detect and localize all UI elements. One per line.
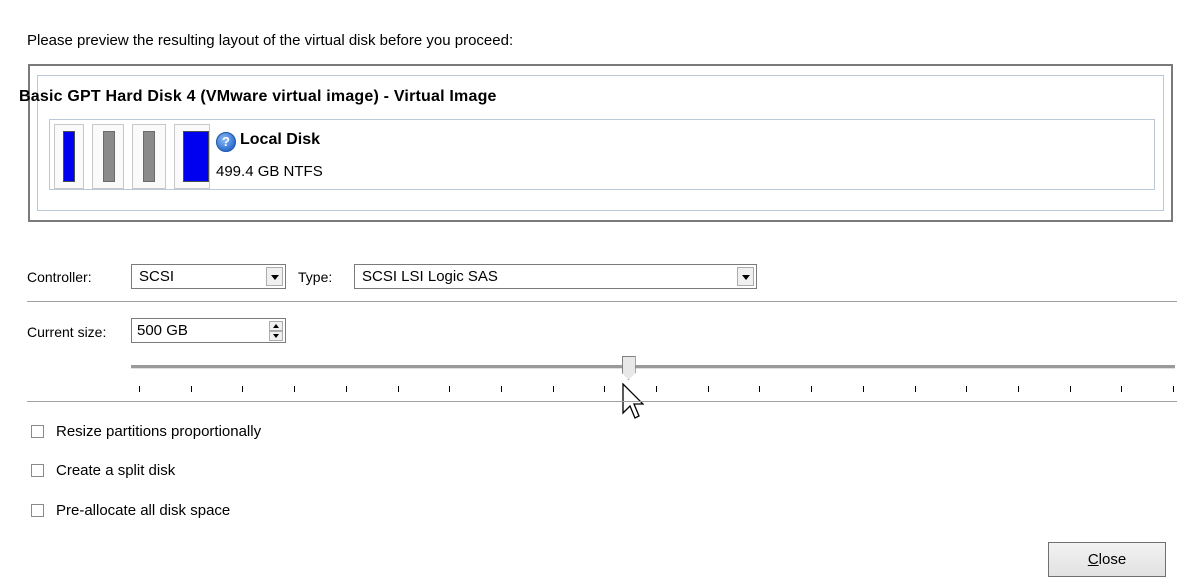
partition-detail: 499.4 GB NTFS (216, 163, 323, 180)
close-button[interactable]: Close (1048, 542, 1166, 577)
divider (27, 301, 1177, 302)
partition-bar (183, 131, 209, 182)
partition-block-4[interactable] (174, 124, 210, 189)
slider-tick (397, 386, 399, 392)
mouse-cursor-icon (622, 383, 644, 419)
size-spinbox[interactable]: 500 GB (131, 318, 286, 343)
slider-tick (914, 386, 916, 392)
controller-select[interactable]: SCSI (131, 264, 286, 289)
type-label: Type: (298, 269, 333, 285)
slider-tick (345, 386, 347, 392)
controller-value: SCSI (139, 268, 175, 285)
slider-tick (190, 386, 192, 392)
close-label-rest: lose (1098, 551, 1127, 568)
slider-tick (1069, 386, 1071, 392)
option-label: Pre-allocate all disk space (56, 502, 231, 519)
checkbox-box[interactable] (31, 464, 44, 477)
chevron-down-icon[interactable] (737, 267, 754, 286)
help-icon[interactable]: ? (216, 132, 236, 152)
slider-tick (707, 386, 709, 392)
partition-label: Local Disk (240, 131, 321, 148)
slider-tick (1173, 386, 1174, 392)
type-value: SCSI LSI Logic SAS (362, 268, 498, 285)
slider-tick (500, 386, 502, 392)
partition-block-3[interactable] (132, 124, 166, 189)
slider-tick (294, 386, 296, 392)
size-slider-track[interactable] (131, 365, 1175, 369)
controller-label: Controller: (27, 269, 92, 285)
slider-tick (656, 386, 657, 392)
slider-tick (242, 386, 244, 392)
slider-tick (862, 386, 864, 392)
partition-strip (49, 119, 1155, 190)
type-select[interactable]: SCSI LSI Logic SAS (354, 264, 757, 289)
checkbox-box[interactable] (31, 425, 44, 438)
partition-bar (143, 131, 155, 182)
slider-tick (966, 386, 968, 392)
slider-tick (759, 386, 761, 392)
checkbox-box[interactable] (31, 504, 44, 517)
option-label: Resize partitions proportionally (56, 423, 262, 440)
partition-bar (103, 131, 115, 182)
slider-tick (449, 386, 451, 392)
partition-block-2[interactable] (92, 124, 124, 189)
slider-tick (1017, 386, 1019, 392)
spin-down-icon[interactable] (269, 331, 283, 341)
close-accelerator: C (1087, 551, 1099, 568)
option-label: Create a split disk (56, 462, 176, 479)
intro-text: Please preview the resulting layout of t… (27, 32, 514, 49)
size-slider-thumb[interactable] (621, 356, 636, 380)
size-value: 500 GB (137, 322, 188, 339)
partition-bar (63, 131, 75, 182)
slider-tick (604, 386, 606, 392)
slider-tick (552, 386, 554, 392)
partition-block-1[interactable] (54, 124, 84, 189)
divider (27, 401, 1177, 402)
disk-title: Basic GPT Hard Disk 4 (VMware virtual im… (19, 88, 497, 105)
current-size-label: Current size: (27, 324, 107, 340)
chevron-down-icon[interactable] (266, 267, 283, 286)
slider-tick (811, 386, 813, 392)
spin-up-icon[interactable] (269, 321, 283, 331)
slider-tick (139, 386, 140, 392)
slider-tick (1121, 386, 1123, 392)
